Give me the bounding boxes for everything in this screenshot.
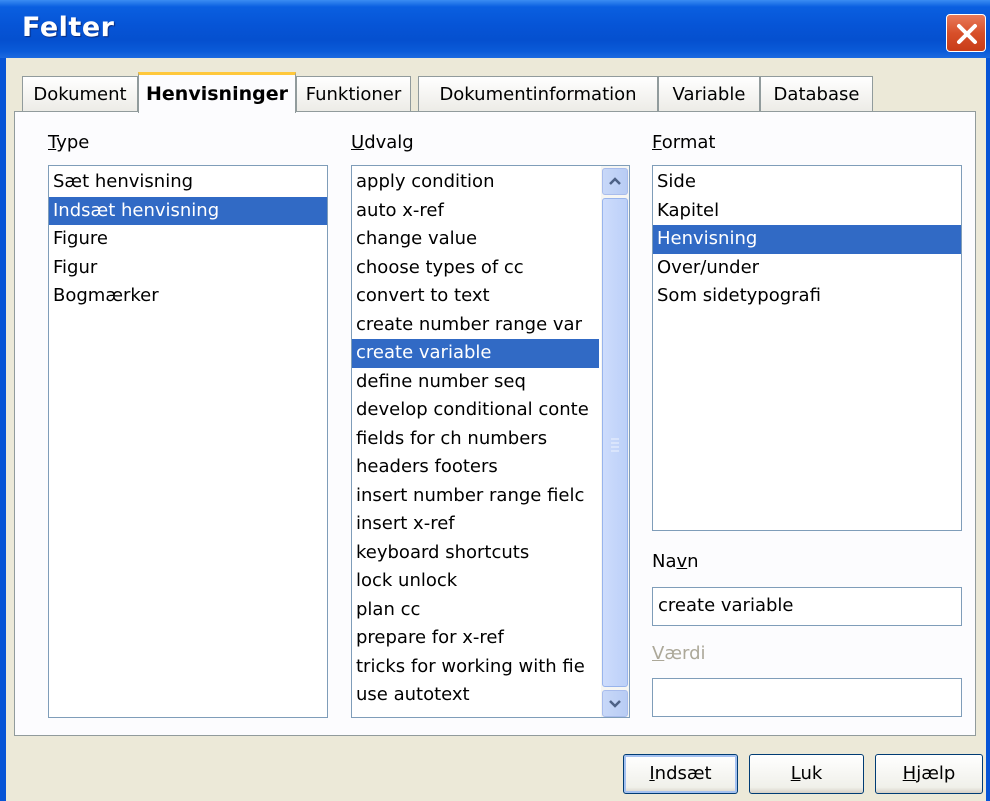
selection-list-item[interactable]: choose types of cc: [352, 254, 599, 283]
selection-scrollbar[interactable]: [601, 166, 629, 717]
scroll-down-button[interactable]: [602, 690, 628, 717]
type-list-item[interactable]: Figur: [49, 254, 327, 283]
selection-list-item[interactable]: change value: [352, 225, 599, 254]
selection-label: Udvalg: [351, 132, 414, 153]
value-label: Værdi: [652, 643, 706, 664]
selection-list-item[interactable]: fields for ch numbers: [352, 425, 599, 454]
tab-dokument[interactable]: Dokument: [22, 76, 138, 112]
type-label: Type: [48, 132, 90, 153]
close-icon: [957, 24, 977, 44]
selection-list-item[interactable]: tricks for working with fie: [352, 653, 599, 682]
scroll-up-button[interactable]: [602, 168, 628, 195]
type-list-item[interactable]: Figure: [49, 225, 327, 254]
tab-henvisninger[interactable]: Henvisninger: [138, 72, 296, 113]
type-list-item[interactable]: Indsæt henvisning: [49, 196, 327, 225]
selection-list-item[interactable]: insert x-ref: [352, 510, 599, 539]
format-list-item[interactable]: Kapitel: [653, 197, 961, 226]
selection-items: apply condition auto x-ref change value cho…: [352, 168, 599, 710]
chevron-down-icon: [609, 700, 621, 708]
tab-variable[interactable]: Variable: [658, 76, 760, 112]
selection-list-item[interactable]: create number range var: [352, 311, 599, 340]
title-bar[interactable]: Felter: [0, 0, 990, 58]
selection-list-item[interactable]: plan cc: [352, 596, 599, 625]
selection-list-item[interactable]: insert number range fielc: [352, 482, 599, 511]
format-label: Format: [652, 132, 716, 153]
selection-list-item[interactable]: create variable: [352, 339, 599, 368]
selection-list-item[interactable]: headers footers: [352, 453, 599, 482]
tab-funktioner[interactable]: Funktioner: [296, 76, 411, 112]
chevron-up-icon: [609, 177, 621, 185]
selection-list-item[interactable]: auto x-ref: [352, 197, 599, 226]
help-button[interactable]: Hjælp: [875, 754, 983, 794]
format-list-item[interactable]: Side: [653, 168, 961, 197]
close-button[interactable]: Luk: [749, 754, 864, 794]
tab-dokumentinformation[interactable]: Dokumentinformation: [418, 76, 658, 112]
name-field[interactable]: create variable: [652, 587, 962, 626]
selection-listbox[interactable]: apply condition auto x-ref change value cho…: [351, 165, 630, 718]
selection-list-item[interactable]: keyboard shortcuts: [352, 539, 599, 568]
tab-database[interactable]: Database: [760, 76, 873, 112]
format-list-item[interactable]: Som sidetypografi: [653, 282, 961, 311]
type-listbox[interactable]: Sæt henvisning Indsæt henvisning Figure Fig…: [48, 165, 328, 718]
scroll-thumb[interactable]: [602, 198, 628, 687]
value-field[interactable]: [652, 678, 962, 717]
format-list-item[interactable]: Henvisning: [653, 225, 961, 254]
selection-list-item[interactable]: apply condition: [352, 168, 599, 197]
selection-list-item[interactable]: lock unlock: [352, 567, 599, 596]
window-title: Felter: [22, 12, 115, 43]
window-border-right: [986, 58, 990, 801]
format-list-item[interactable]: Over/under: [653, 254, 961, 283]
selection-list-item[interactable]: define number seq: [352, 368, 599, 397]
name-label: Navn: [652, 551, 699, 572]
format-listbox[interactable]: Side Kapitel Henvisning Over/under Som sidet…: [652, 165, 962, 531]
window-border-left: [0, 58, 6, 801]
fields-dialog: Felter Dokument Henvisninger Funktioner …: [0, 0, 990, 801]
selection-list-item[interactable]: develop conditional conte: [352, 396, 599, 425]
selection-list-item[interactable]: convert to text: [352, 282, 599, 311]
type-list-item[interactable]: Sæt henvisning: [49, 168, 327, 197]
selection-list-item[interactable]: use autotext: [352, 681, 599, 710]
type-list-item[interactable]: Bogmærker: [49, 282, 327, 311]
selection-list-item[interactable]: prepare for x-ref: [352, 624, 599, 653]
grip-icon: [611, 438, 619, 452]
insert-button[interactable]: Indsæt: [623, 754, 738, 794]
close-window-button[interactable]: [946, 14, 986, 52]
